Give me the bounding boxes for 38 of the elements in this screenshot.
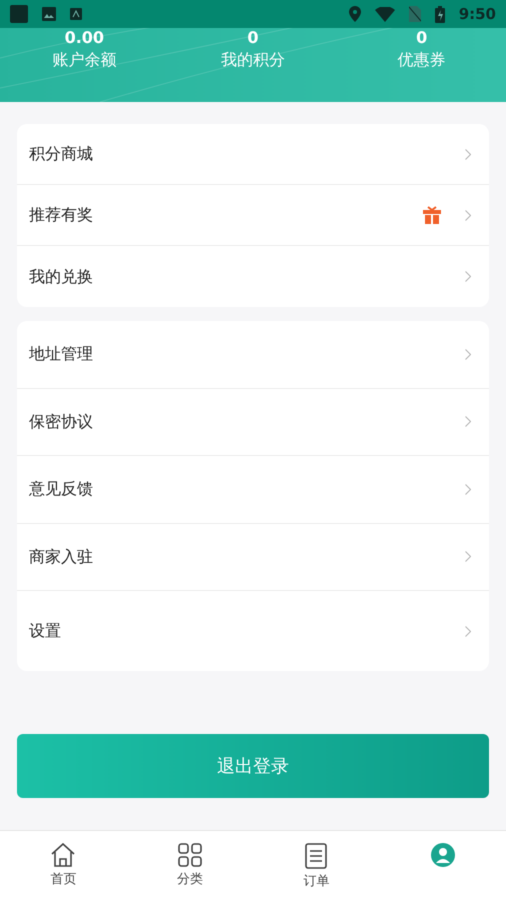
no-sim-icon bbox=[408, 6, 421, 22]
gift-icon bbox=[423, 206, 441, 224]
grid-icon bbox=[176, 843, 203, 867]
chevron-right-icon bbox=[465, 210, 471, 220]
chevron-right-icon bbox=[465, 348, 471, 360]
list-icon bbox=[305, 843, 328, 869]
battery-icon bbox=[434, 6, 445, 22]
chevron-right-icon bbox=[465, 484, 471, 495]
menu-item[interactable]: 保密协议 bbox=[17, 388, 489, 456]
stat-value: 0 bbox=[416, 29, 428, 47]
stat-label: 账户余额 bbox=[52, 49, 116, 71]
menu-item[interactable]: 积分商城 bbox=[17, 124, 489, 185]
menu-item[interactable]: 推荐有奖 bbox=[17, 185, 489, 246]
chevron-right-icon bbox=[465, 416, 471, 428]
stat-label: 优惠券 bbox=[398, 49, 446, 71]
stat-label: 我的积分 bbox=[220, 49, 285, 71]
chevron-right-icon bbox=[465, 271, 471, 282]
chevron-right-icon bbox=[465, 148, 471, 160]
letter-icon bbox=[70, 8, 82, 20]
stat-value: 0 bbox=[247, 29, 259, 47]
tab-item[interactable]: 订单 bbox=[253, 831, 380, 900]
menu-item[interactable]: 商家入驻 bbox=[17, 524, 489, 591]
wifi-icon bbox=[374, 6, 395, 22]
menu-item[interactable]: 我的兑换 bbox=[17, 246, 489, 307]
menu-item[interactable]: 地址管理 bbox=[17, 321, 489, 388]
tab-item[interactable]: 首页 bbox=[0, 831, 126, 900]
stat-value: 0.00 bbox=[64, 29, 104, 47]
tab-item[interactable]: 分类 bbox=[126, 831, 253, 900]
menu-item[interactable]: 设置 bbox=[17, 591, 489, 671]
home-icon bbox=[50, 843, 76, 867]
chevron-right-icon bbox=[465, 626, 471, 636]
image-icon bbox=[42, 7, 56, 21]
app-icon bbox=[10, 5, 28, 23]
menu-item[interactable]: 意见反馈 bbox=[17, 456, 489, 524]
location-icon bbox=[348, 6, 361, 22]
chevron-right-icon bbox=[465, 551, 471, 562]
status-time: 9:50 bbox=[458, 4, 496, 25]
person-icon bbox=[430, 843, 455, 867]
